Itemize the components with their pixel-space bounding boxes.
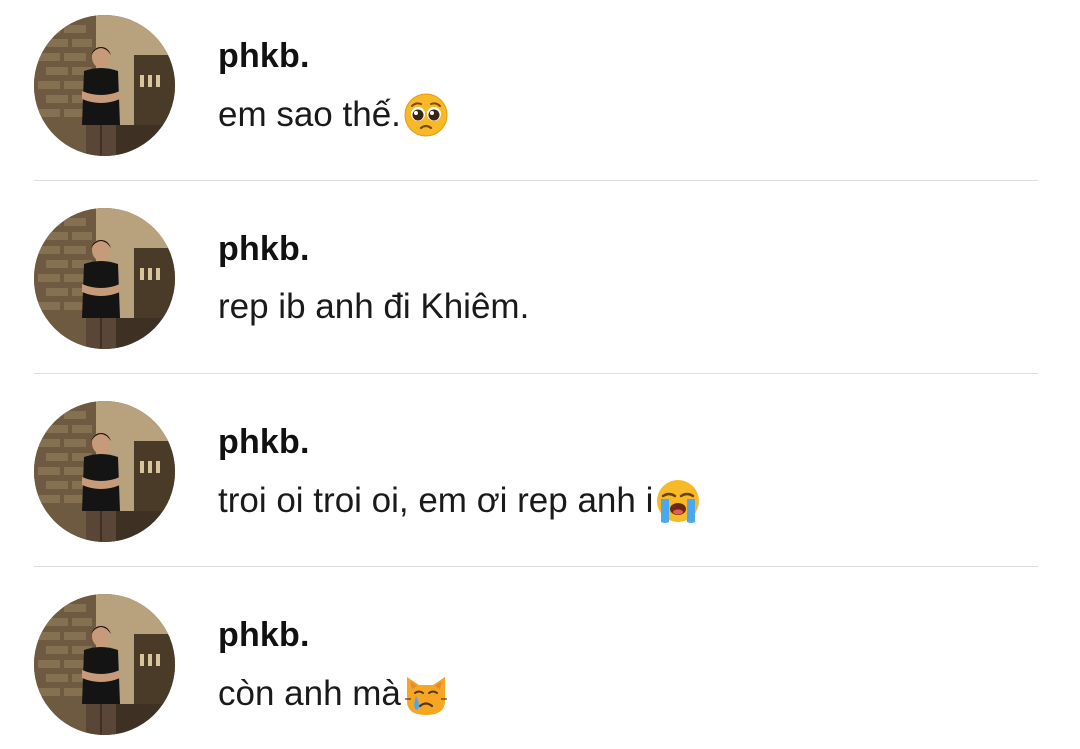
divider (34, 373, 1038, 374)
message-text: troi oi troi oi, em ơi rep anh i (218, 481, 654, 520)
message-content: phkb. còn anh mà (218, 615, 449, 717)
message-content: phkb. rep ib anh đi Khiêm. (218, 229, 529, 329)
pleading-face-icon (403, 92, 449, 138)
avatar[interactable] (34, 594, 175, 735)
message-row[interactable]: phkb. em sao thế. (0, 0, 1080, 193)
crying-cat-face-icon (403, 671, 449, 717)
sender-name[interactable]: phkb. (218, 229, 529, 269)
divider (34, 566, 1038, 567)
message-text-line: rep ib anh đi Khiêm. (218, 285, 529, 329)
loudly-crying-face-icon (655, 478, 701, 524)
message-text-line: còn anh mà (218, 671, 449, 717)
message-row[interactable]: phkb. troi oi troi oi, em ơi rep anh i (0, 386, 1080, 579)
message-content: phkb. em sao thế. (218, 36, 449, 138)
message-text-line: em sao thế. (218, 92, 449, 138)
message-text: em sao thế. (218, 95, 401, 134)
message-text: rep ib anh đi Khiêm. (218, 287, 530, 326)
message-content: phkb. troi oi troi oi, em ơi rep anh i (218, 422, 701, 524)
sender-name[interactable]: phkb. (218, 36, 449, 76)
message-thread: phkb. em sao thế. phkb. rep ib anh đi Kh… (0, 0, 1080, 749)
avatar[interactable] (34, 401, 175, 542)
message-text: còn anh mà (218, 674, 401, 713)
divider (34, 180, 1038, 181)
sender-name[interactable]: phkb. (218, 615, 449, 655)
avatar[interactable] (34, 208, 175, 349)
avatar[interactable] (34, 15, 175, 156)
message-row[interactable]: phkb. còn anh mà (0, 579, 1080, 749)
sender-name[interactable]: phkb. (218, 422, 701, 462)
message-text-line: troi oi troi oi, em ơi rep anh i (218, 478, 701, 524)
message-row[interactable]: phkb. rep ib anh đi Khiêm. (0, 193, 1080, 386)
